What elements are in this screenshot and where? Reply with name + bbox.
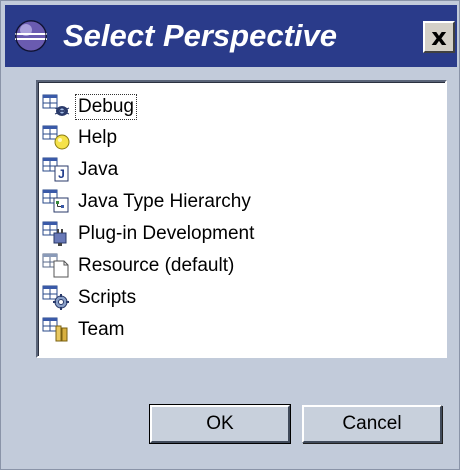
java-type-hierarchy-icon [42,189,69,213]
list-item-label: Resource (default) [78,255,235,276]
cancel-button-label: Cancel [342,413,402,434]
plugin-development-icon [42,221,67,246]
close-icon: x [431,23,447,51]
title-bar[interactable]: Select Perspective x [5,5,457,67]
list-item-label: Plug-in Development [78,223,255,244]
team-perspective-icon [42,317,68,342]
dialog-title: Select Perspective [63,18,338,53]
help-perspective-icon [42,125,70,150]
list-item-label: Debug [75,94,137,120]
svg-text:J: J [58,167,65,181]
ok-button-label: OK [206,413,234,434]
select-perspective-dialog: Select Perspective x Debug Help J Java J… [0,0,460,470]
list-item-label: Scripts [78,287,137,308]
list-item-label: Java Type Hierarchy [78,191,251,212]
resource-perspective-icon [42,253,69,278]
perspective-list[interactable]: Debug Help J Java Java Type Hierarchy Pl… [36,80,447,358]
list-item-label: Help [78,127,118,148]
list-item-label: Java [78,159,119,180]
debug-perspective-icon [42,94,70,116]
close-button[interactable]: x [423,21,455,53]
list-item-label: Team [78,319,125,340]
scripts-perspective-icon [42,285,69,310]
eclipse-logo-icon [15,20,47,52]
java-perspective-icon: J [42,157,69,182]
ok-button[interactable]: OK [149,404,291,444]
cancel-button[interactable]: Cancel [302,405,442,443]
